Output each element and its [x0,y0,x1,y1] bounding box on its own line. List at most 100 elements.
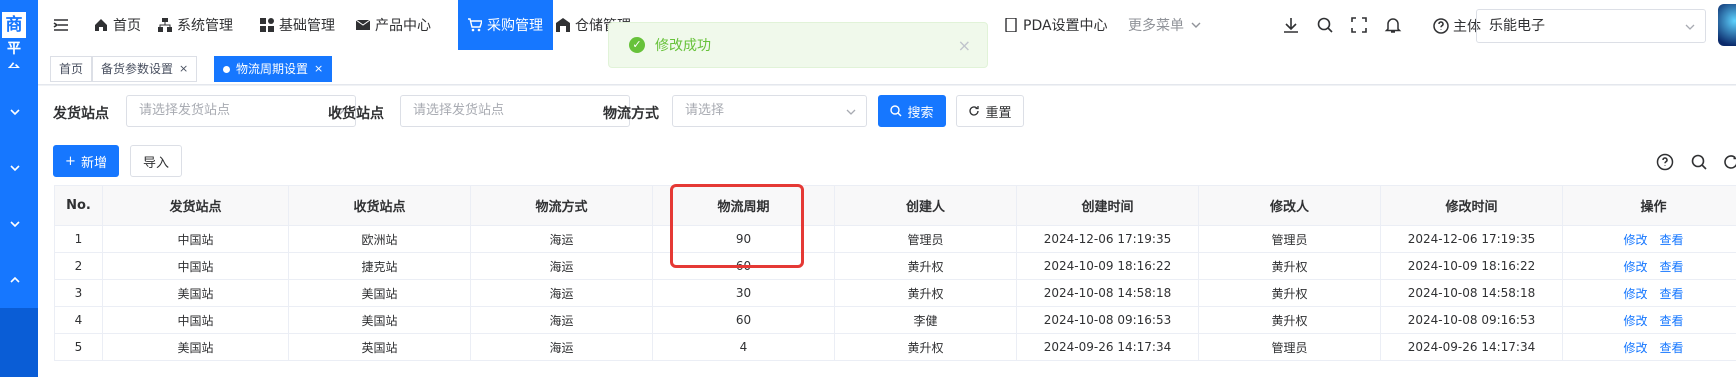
logistics-cycle-table: No. 发货站点 收货站点 物流方式 物流周期 创建人 创建时间 修改人 修改时… [54,185,1736,361]
to-site-label: 收货站点 [328,106,384,122]
close-icon[interactable]: × [179,57,188,81]
cell-method: 海运 [470,279,653,307]
view-link[interactable]: 查看 [1660,314,1684,328]
view-link[interactable]: 查看 [1660,233,1684,247]
nav-item-basic[interactable]: 基础管理 [260,0,335,50]
logo-line1: 商 [5,15,23,35]
fullscreen-icon[interactable] [1350,16,1368,34]
active-dot-icon [223,65,230,73]
close-icon[interactable]: × [314,57,323,81]
nav-item-pda[interactable]: PDA设置中心 [1004,0,1108,50]
col-header-from: 发货站点 [102,185,289,226]
cell-to: 美国站 [288,306,471,334]
cell-method: 海运 [470,306,653,334]
nav-label: 产品中心 [375,18,431,34]
nav-item-more[interactable]: 更多菜单 [1128,0,1203,50]
nav-item-purchase[interactable]: 采购管理 [458,0,553,50]
tab-stock-params[interactable]: 备货参数设置 × [92,56,198,82]
app-logo[interactable]: 商 平台 [0,10,28,70]
col-header-no: No. [54,185,103,226]
cell-to: 欧洲站 [288,225,471,253]
company-select[interactable]: 乐能电子 [1476,9,1706,43]
view-link[interactable]: 查看 [1660,260,1684,274]
cell-creator: 黄升权 [834,279,1017,307]
from-site-select[interactable]: 请选择发货站点 [126,95,356,127]
edit-link[interactable]: 修改 [1623,341,1647,355]
theme-switch[interactable]: 主体 [1433,16,1481,36]
search-form: 发货站点 请选择发货站点 收货站点 请选择发货站点 物流方式 请选择 搜索 重置 [38,86,1736,138]
to-site-select[interactable]: 请选择发货站点 [400,95,630,127]
chevron-down-icon[interactable] [7,160,23,176]
chevron-down-icon[interactable] [7,216,23,232]
add-button[interactable]: + 新增 [53,145,119,177]
chevron-down-icon [1685,24,1695,30]
cell-from: 中国站 [102,225,289,253]
cell-created: 2024-09-26 14:17:34 [1016,333,1199,361]
col-header-actions: 操作 [1562,185,1736,226]
mail-icon [356,19,370,30]
method-select[interactable]: 请选择 [672,95,867,127]
cell-no: 1 [54,225,103,253]
nav-item-system[interactable]: 系统管理 [158,0,233,50]
view-link[interactable]: 查看 [1660,287,1684,301]
cell-actions: 修改 查看 [1562,333,1736,361]
cell-to: 捷克站 [288,252,471,280]
edit-link[interactable]: 修改 [1623,287,1647,301]
cell-cycle: 4 [652,333,835,361]
success-toast: ✓ 修改成功 × [608,22,988,68]
cell-from: 中国站 [102,306,289,334]
view-link[interactable]: 查看 [1660,341,1684,355]
cart-icon [468,18,482,32]
company-value: 乐能电子 [1489,18,1545,34]
from-site-label: 发货站点 [53,106,109,122]
download-icon[interactable] [1282,16,1300,34]
chevron-up-icon[interactable] [7,272,23,288]
sidebar-active-section[interactable] [0,308,38,377]
cell-to: 英国站 [288,333,471,361]
cell-no: 2 [54,252,103,280]
reset-button-label: 重置 [985,105,1012,121]
search-icon [890,105,902,117]
col-header-modified: 修改时间 [1380,185,1563,226]
chevron-down-icon [1191,22,1201,28]
tab-label: 首页 [59,62,84,76]
chevron-down-icon[interactable] [7,104,23,120]
cell-creator: 管理员 [834,225,1017,253]
search-icon[interactable] [1316,16,1334,34]
edit-link[interactable]: 修改 [1623,233,1647,247]
check-circle-icon: ✓ [629,37,645,53]
method-label: 物流方式 [603,106,659,122]
bell-icon[interactable] [1384,16,1402,34]
edit-link[interactable]: 修改 [1623,314,1647,328]
to-site-placeholder: 请选择发货站点 [413,103,505,118]
refresh-icon[interactable] [1722,153,1736,171]
cell-creator: 李健 [834,306,1017,334]
cell-modifier: 管理员 [1198,225,1381,253]
home-icon [95,19,107,31]
nav-item-product[interactable]: 产品中心 [356,0,431,50]
nav-item-home[interactable]: 首页 [94,0,141,50]
tab-label: 物流周期设置 [236,62,309,76]
cell-modifier: 黄升权 [1198,252,1381,280]
nav-label: PDA设置中心 [1023,18,1108,34]
import-button[interactable]: 导入 [130,145,182,177]
reset-button[interactable]: 重置 [956,95,1024,127]
logo-line2: 平台 [2,38,26,68]
search-icon[interactable] [1690,153,1708,171]
avatar[interactable] [1718,4,1736,46]
cell-created: 2024-10-08 09:16:53 [1016,306,1199,334]
cell-modified: 2024-09-26 14:17:34 [1380,333,1563,361]
search-button[interactable]: 搜索 [878,95,946,127]
help-circle-icon[interactable] [1656,153,1674,171]
edit-link[interactable]: 修改 [1623,260,1647,274]
tab-home[interactable]: 首页 [50,56,93,82]
grid-icon [260,18,274,32]
tab-logistics-cycle[interactable]: 物流周期设置 × [214,56,333,82]
plus-icon: + [65,153,76,169]
warehouse-icon [556,18,570,32]
app-root: 商 平台 首页 系统管理 基础管理 产品中心 采购管理 [0,0,1736,377]
close-icon[interactable]: × [958,36,971,55]
cell-modified: 2024-10-09 18:16:22 [1380,252,1563,280]
cell-modified: 2024-10-08 14:58:18 [1380,279,1563,307]
menu-fold-icon[interactable] [52,16,70,34]
